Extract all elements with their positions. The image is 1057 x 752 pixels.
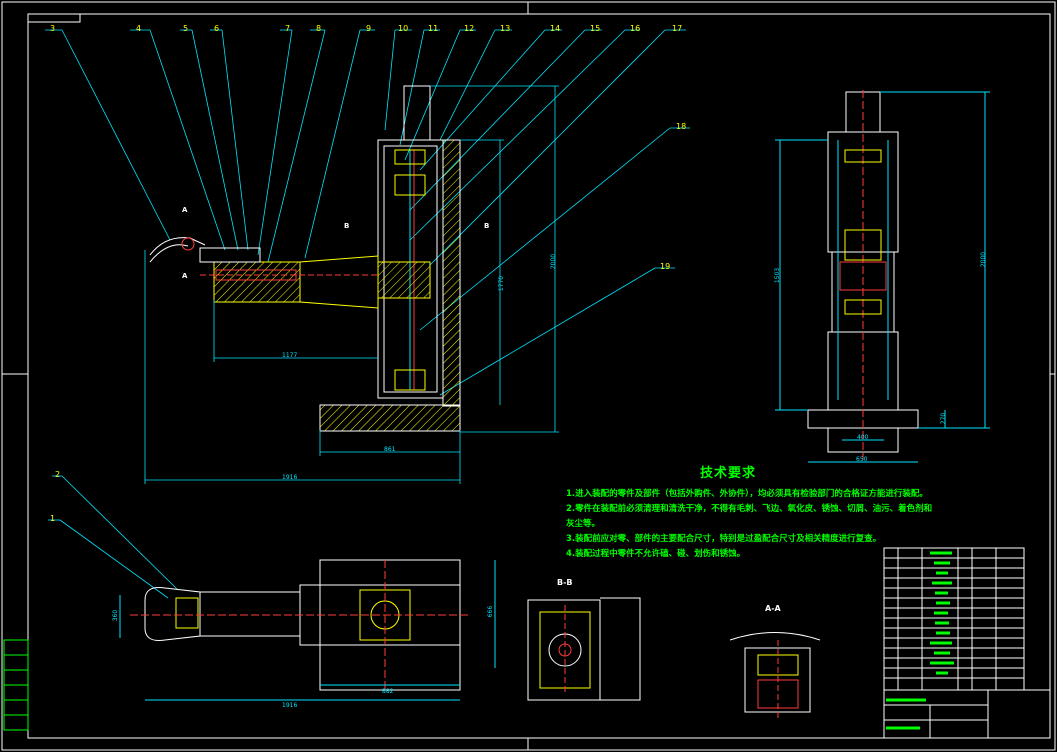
dim-1177: 1177	[282, 352, 298, 359]
tech-requirements-title: 技术要求	[700, 466, 757, 481]
callout-9: 9	[366, 24, 372, 33]
callout-7: 7	[285, 24, 291, 33]
dim-1916-top: 1916	[282, 474, 298, 481]
revision-table	[3, 639, 29, 731]
dim-400: 400	[857, 434, 869, 441]
callout-1: 1	[50, 514, 56, 523]
top-view	[119, 559, 496, 701]
callout-3: 3	[50, 24, 56, 33]
tech-requirement-3: 3.装配前应对零、部件的主要配合尺寸，特别是过盈配合尺寸及相关精度进行复查。	[566, 534, 882, 544]
assembly-drawing	[1, 1, 1056, 751]
section-aa-label: A-A	[765, 604, 781, 613]
dim-1770: 1770	[498, 275, 506, 292]
parts-list-entries	[886, 551, 954, 730]
section-marker-b-right: B	[484, 222, 490, 230]
callout-4: 4	[136, 24, 142, 33]
dim-270: 270	[940, 412, 948, 425]
callout-2: 2	[55, 470, 61, 479]
callout-14: 14	[550, 24, 561, 33]
callout-18: 18	[676, 122, 687, 131]
front-view	[149, 85, 461, 432]
dim-650: 650	[856, 456, 868, 463]
tech-requirement-4: 4.装配过程中零件不允许磕、碰、划伤和锈蚀。	[566, 549, 746, 559]
callout-10: 10	[398, 24, 409, 33]
callout-16: 16	[630, 24, 641, 33]
parts-list-table	[883, 547, 1051, 739]
section-bb-view	[527, 597, 641, 701]
section-marker-a-top: A	[182, 206, 188, 214]
section-aa-view	[729, 632, 821, 718]
dim-360: 360	[112, 609, 120, 622]
dim-861: 861	[384, 446, 396, 453]
tech-requirement-1: 1.进入装配的零件及部件（包括外购件、外协件），均必须具有检验部门的合格证方能进…	[566, 489, 928, 499]
dim-666: 666	[487, 605, 495, 618]
dim-1916-bottom: 1916	[282, 702, 298, 709]
dim-1503: 1503	[774, 267, 782, 284]
callout-19: 19	[660, 262, 671, 271]
section-marker-a-bottom: A	[182, 272, 188, 280]
tech-requirement-2: 2.零件在装配前必须清理和清洗干净，不得有毛刺、飞边、氧化皮、锈蚀、切屑、油污、…	[566, 504, 933, 514]
callout-11: 11	[428, 24, 439, 33]
section-marker-b-left: B	[344, 222, 350, 230]
dim-2000-right: 2000	[980, 251, 988, 268]
callout-8: 8	[316, 24, 322, 33]
callout-12: 12	[464, 24, 475, 33]
dim-2000-top: 2000	[550, 253, 558, 270]
callout-17: 17	[672, 24, 683, 33]
section-bb-label: B-B	[557, 578, 573, 587]
side-view	[775, 90, 990, 463]
callout-6: 6	[214, 24, 220, 33]
callout-13: 13	[500, 24, 511, 33]
callout-5: 5	[183, 24, 189, 33]
tech-requirement-2-cont: 灰尘等。	[566, 519, 601, 529]
dim-882: 882	[382, 688, 394, 695]
callout-15: 15	[590, 24, 601, 33]
